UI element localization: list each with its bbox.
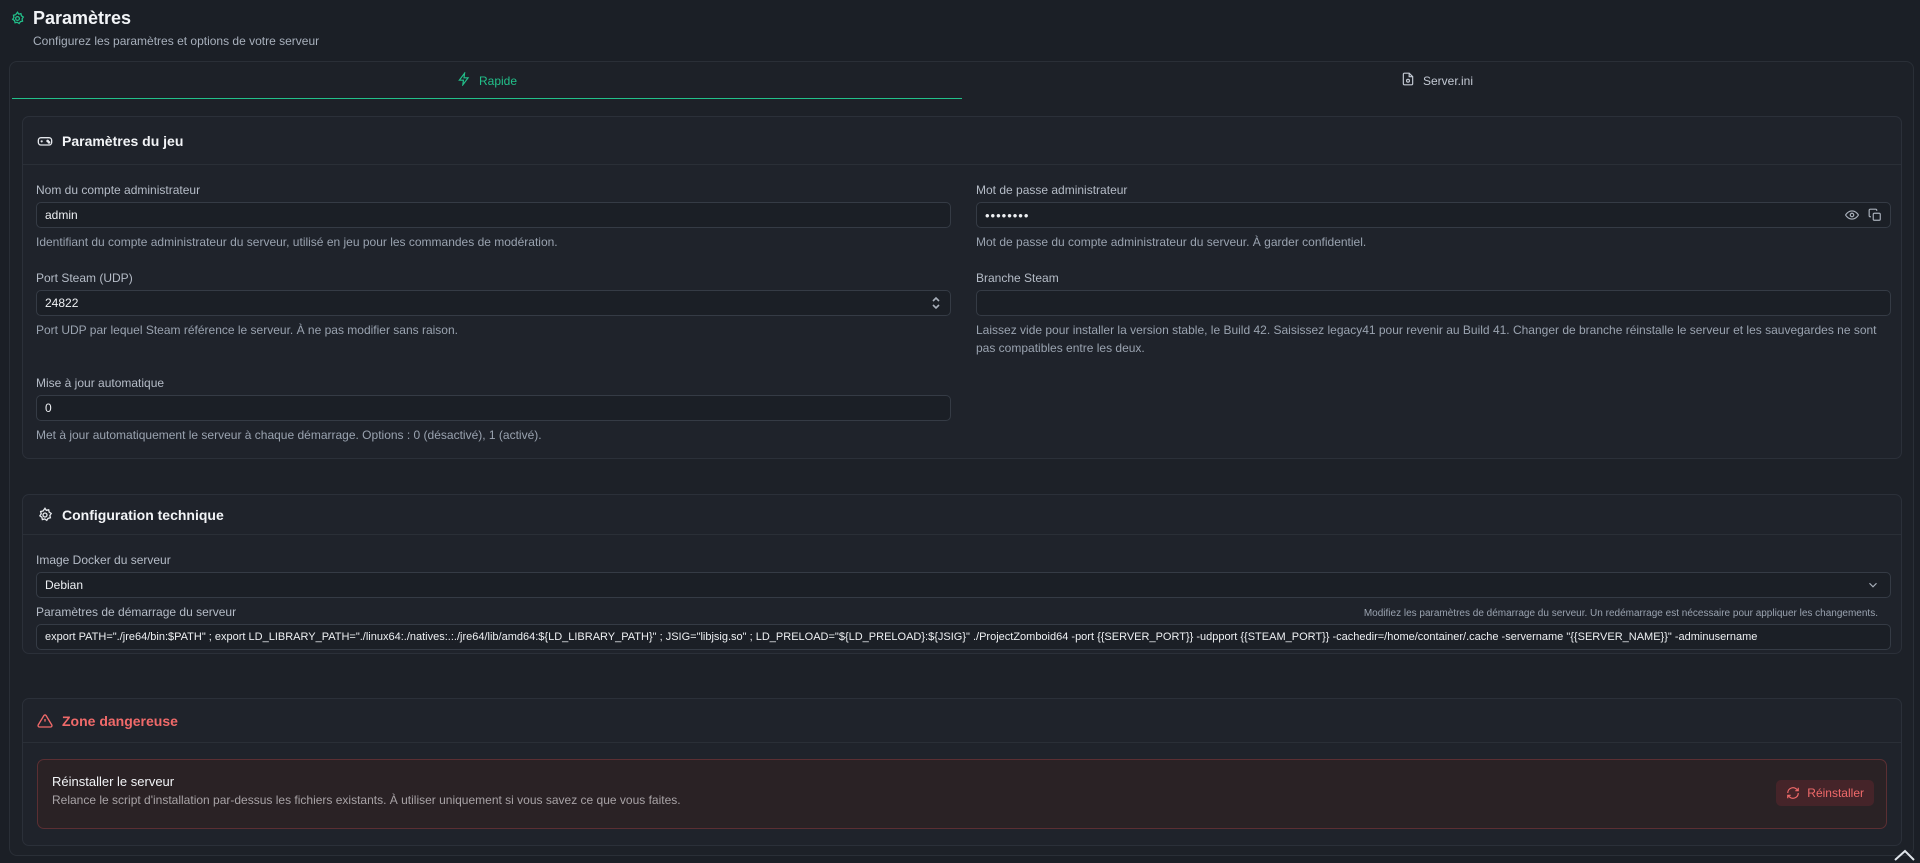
page-header: Paramètres Configurez les paramètres et … <box>10 8 319 48</box>
admin-password-input[interactable]: •••••••• <box>976 202 1891 228</box>
startup-params-field: Paramètres de démarrage du serveur Modif… <box>36 605 1891 650</box>
field-label: Branche Steam <box>976 271 1059 285</box>
card-header: Configuration technique <box>23 495 1901 535</box>
bolt-icon <box>457 71 471 89</box>
warning-triangle-icon <box>37 713 53 729</box>
field-help: Port UDP par lequel Steam référence le s… <box>36 323 458 337</box>
game-settings-card: Paramètres du jeu Nom du compte administ… <box>22 116 1902 459</box>
gamepad-icon <box>37 133 53 149</box>
field-label: Nom du compte administrateur <box>36 183 201 197</box>
file-settings-icon <box>1401 72 1415 89</box>
eye-icon[interactable] <box>1844 208 1860 225</box>
cursor-icon <box>1893 848 1917 863</box>
input-value: admin <box>45 208 78 222</box>
card-title: Zone dangereuse <box>62 712 178 729</box>
admin-name-field: Nom du compte administrateur admin Ident… <box>36 183 951 251</box>
chevron-down-icon <box>1866 578 1880 595</box>
tab-label: Server.ini <box>1422 73 1474 88</box>
steam-branch-field: Branche Steam Laissez vide pour installe… <box>976 271 1891 357</box>
input-value: 0 <box>45 401 52 415</box>
tab-bar: Rapide Server.ini <box>12 62 1912 99</box>
page-subtitle: Configurez les paramètres et options de … <box>33 34 320 48</box>
docker-image-field: Image Docker du serveur Debian <box>36 553 1891 598</box>
field-label: Mise à jour automatique <box>36 376 165 390</box>
steam-port-input[interactable]: 24822 <box>36 290 951 316</box>
gear-icon <box>37 506 53 523</box>
steam-branch-input[interactable] <box>976 290 1891 316</box>
tech-config-card: Configuration technique Image Docker du … <box>22 494 1902 654</box>
field-help: Mot de passe du compte administrateur du… <box>976 235 1367 249</box>
refresh-icon <box>1786 786 1800 800</box>
auto-update-input[interactable]: 0 <box>36 395 951 421</box>
settings-panel: Rapide Server.ini Paramètres du jeu Nom … <box>9 61 1914 856</box>
steam-port-field: Port Steam (UDP) 24822 Port UDP par lequ… <box>36 271 951 339</box>
auto-update-field: Mise à jour automatique 0 Met à jour aut… <box>36 376 951 444</box>
admin-name-input[interactable]: admin <box>36 202 951 228</box>
field-label: Mot de passe administrateur <box>976 183 1128 197</box>
input-value: •••••••• <box>985 207 1030 223</box>
field-label: Image Docker du serveur <box>36 553 171 567</box>
reinstall-button[interactable]: Réinstaller <box>1776 780 1874 806</box>
button-label: Réinstaller <box>1807 786 1864 800</box>
tab-server-ini[interactable]: Server.ini <box>962 62 1912 99</box>
field-help: Laissez vide pour installer la version s… <box>976 323 1877 355</box>
admin-password-field: Mot de passe administrateur •••••••• Mot… <box>976 183 1891 251</box>
field-note: Modifiez les paramètres de démarrage du … <box>1363 608 1878 619</box>
settings-gear-icon <box>10 11 25 26</box>
stepper-icon[interactable] <box>930 295 942 314</box>
reinstall-description: Relance le script d'installation par-des… <box>52 793 681 807</box>
select-value: Debian <box>45 578 84 592</box>
startup-params-input[interactable]: export PATH="./jre64/bin:$PATH" ; export… <box>36 624 1891 650</box>
field-help: Met à jour automatiquement le serveur à … <box>36 428 542 442</box>
input-value: 24822 <box>45 296 79 310</box>
field-help: Identifiant du compte administrateur du … <box>36 235 558 249</box>
danger-zone-card: Zone dangereuse Réinstaller le serveur R… <box>22 698 1902 846</box>
tab-label: Rapide <box>478 73 518 88</box>
card-header: Zone dangereuse <box>23 699 1901 743</box>
card-title: Configuration technique <box>62 506 224 523</box>
tab-rapide[interactable]: Rapide <box>12 62 962 99</box>
copy-icon[interactable] <box>1868 208 1882 225</box>
docker-image-select[interactable]: Debian <box>36 572 1891 598</box>
card-title: Paramètres du jeu <box>62 132 184 149</box>
reinstall-box: Réinstaller le serveur Relance le script… <box>37 759 1887 829</box>
page-title: Paramètres <box>33 8 132 28</box>
field-label: Port Steam (UDP) <box>36 271 133 285</box>
input-value: export PATH="./jre64/bin:$PATH" ; export… <box>45 631 1758 643</box>
card-header: Paramètres du jeu <box>23 117 1901 165</box>
reinstall-title: Réinstaller le serveur <box>52 774 175 789</box>
